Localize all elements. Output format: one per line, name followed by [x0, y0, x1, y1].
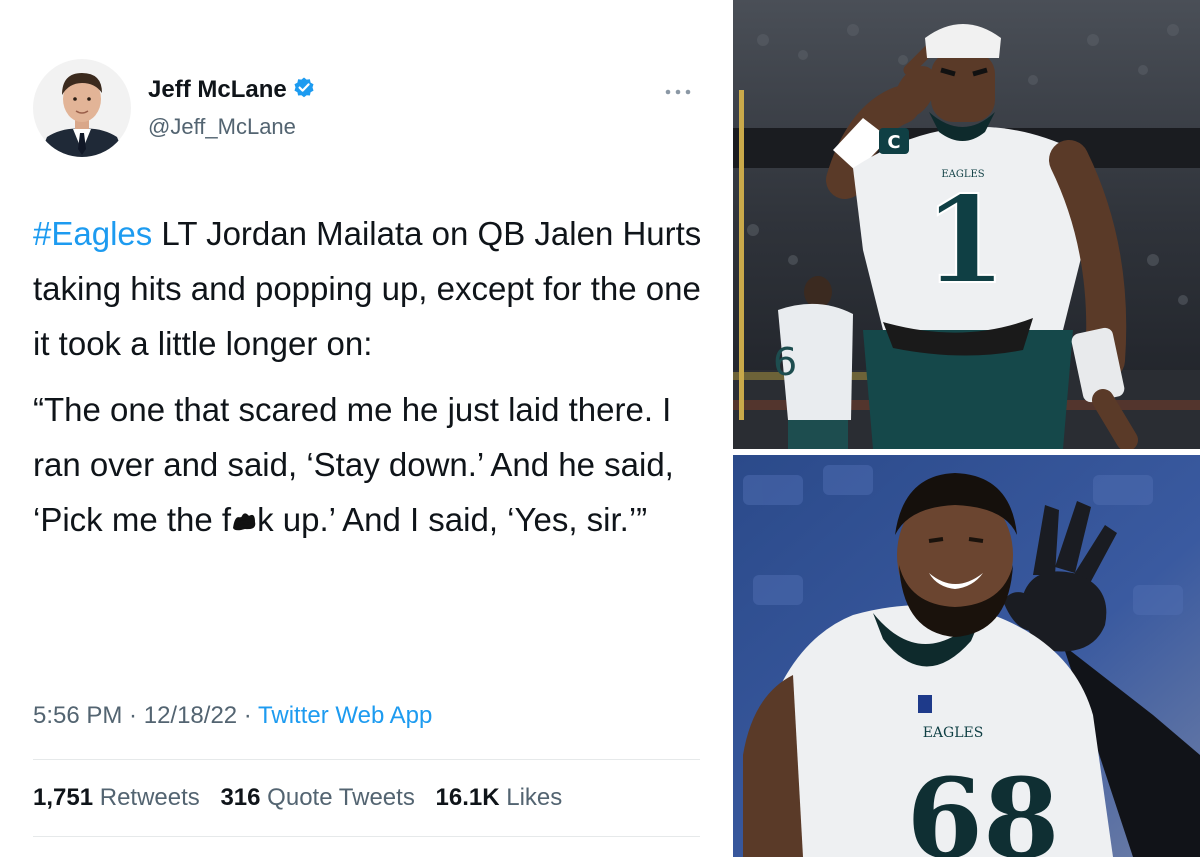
divider — [33, 836, 700, 837]
tweet-card: Jeff McLane @Jeff_McLane #Eagles LT Jord… — [0, 0, 733, 857]
quote-tweets-count: 316 — [220, 784, 261, 811]
svg-text:1: 1 — [923, 170, 1007, 311]
retweets-label: Retweets — [99, 784, 200, 811]
quote-tweets-label: Quote Tweets — [267, 784, 415, 811]
quote-tweets-stat[interactable]: 316 Quote Tweets — [220, 784, 414, 811]
tweet-quote: “The one that scared me he just laid the… — [33, 382, 713, 547]
likes-count: 16.1K — [435, 784, 500, 811]
avatar[interactable] — [33, 59, 131, 157]
svg-text:EAGLES: EAGLES — [923, 725, 984, 741]
hashtag-link[interactable]: #Eagles — [33, 215, 152, 252]
meta-separator: · — [122, 702, 144, 729]
divider — [33, 759, 700, 760]
likes-label: Likes — [506, 784, 563, 811]
retweets-count: 1,751 — [33, 784, 94, 811]
more-options-button[interactable] — [665, 80, 691, 101]
svg-text:C: C — [887, 132, 900, 153]
tweet-text: #Eagles LT Jordan Mailata on QB Jalen Hu… — [33, 206, 713, 371]
tweet-source-link[interactable]: Twitter Web App — [258, 702, 432, 729]
lineman-illustration: EAGLES 68 — [733, 455, 1200, 857]
more-horizontal-icon — [665, 89, 691, 95]
author-name[interactable]: Jeff McLane — [148, 76, 316, 107]
lineman-photo[interactable]: EAGLES 68 — [733, 455, 1200, 857]
person-portrait-icon — [33, 59, 131, 157]
quarterback-illustration: 6 C EAGLES 1 — [733, 0, 1200, 449]
tweet-body: #Eagles LT Jordan Mailata on QB Jalen Hu… — [33, 206, 713, 547]
svg-text:6: 6 — [773, 340, 797, 384]
verified-badge-icon — [292, 76, 316, 107]
tweet-stats: 1,751 Retweets 316 Quote Tweets 16.1K Li… — [33, 784, 576, 812]
likes-stat[interactable]: 16.1K Likes — [436, 784, 563, 811]
retweets-stat[interactable]: 1,751 Retweets — [33, 784, 200, 811]
censor-scribble-icon — [231, 493, 257, 531]
tweet-meta: 5:56 PM · 12/18/22 · Twitter Web App — [33, 702, 432, 730]
quote-part-2: k up.’ And I said, ‘Yes, sir.’” — [257, 501, 648, 538]
svg-text:68: 68 — [906, 754, 1059, 857]
tweet-date[interactable]: 12/18/22 — [144, 702, 237, 729]
quarterback-photo[interactable]: 6 C EAGLES 1 — [733, 0, 1200, 449]
author-handle[interactable]: @Jeff_McLane — [148, 114, 296, 140]
tweet-time[interactable]: 5:56 PM — [33, 702, 122, 729]
author-display-name[interactable]: Jeff McLane — [148, 76, 287, 103]
meta-separator: · — [237, 702, 259, 729]
